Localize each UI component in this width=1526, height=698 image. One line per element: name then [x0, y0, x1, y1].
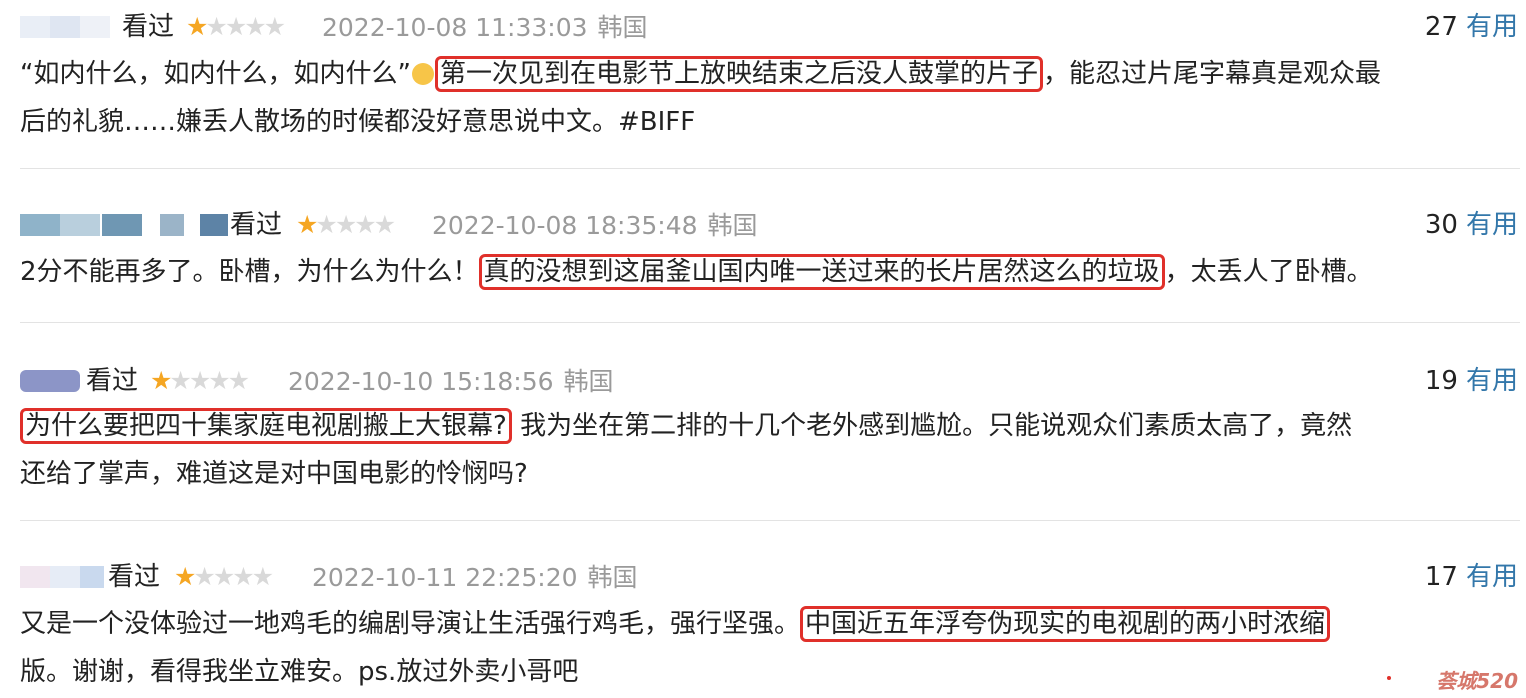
review-text: 2分不能再多了。卧槽，为什么为什么！ 真的没想到这届釜山国内唯一送过来的长片居然这… — [20, 248, 1516, 296]
rating-stars: ★★★★★ — [186, 12, 286, 41]
watermark-logo: 荟城520 — [1436, 669, 1518, 693]
vote-count: 30 有用 — [1424, 210, 1518, 240]
rating-stars: ★★★★★ — [174, 562, 274, 591]
region-label: 韩国 — [707, 211, 758, 240]
upside-down-face-emoji-icon — [411, 63, 434, 85]
useful-button[interactable]: 有用 — [1466, 562, 1518, 592]
rating-stars: ★★★★★ — [150, 366, 250, 395]
review-time: 2022-10-08 18:35:48 韩国 — [432, 211, 758, 240]
divider — [20, 322, 1520, 323]
region-label: 韩国 — [597, 13, 648, 42]
rating-stars: ★★★★★ — [296, 210, 396, 239]
blurred-username[interactable] — [20, 214, 228, 236]
blurred-username[interactable] — [20, 370, 80, 392]
review-text: 为什么要把四十集家庭电视剧搬上大银幕? 我为坐在第二排的十几个老外感到尴尬。只能… — [20, 402, 1516, 498]
watermark-dot — [1387, 676, 1391, 680]
region-label: 韩国 — [587, 563, 638, 592]
review-meta: 看过 ★★★★★ 2022-10-11 22:25:20 韩国 17 有用 — [0, 556, 1526, 596]
status-label: 看过 — [230, 210, 283, 240]
useful-button[interactable]: 有用 — [1466, 210, 1518, 240]
vote-count: 27 有用 — [1424, 12, 1518, 42]
highlighted-phrase: 真的没想到这届釜山国内唯一送过来的长片居然这么的垃圾 — [478, 254, 1165, 290]
review-meta: 看过 ★★★★★ 2022-10-10 15:18:56 韩国 19 有用 — [0, 360, 1526, 400]
region-label: 韩国 — [563, 367, 614, 396]
review-time: 2022-10-11 22:25:20 韩国 — [312, 563, 638, 592]
status-label: 看过 — [122, 12, 175, 42]
review-time: 2022-10-10 15:18:56 韩国 — [288, 367, 614, 396]
divider — [20, 168, 1520, 169]
review-meta: 看过 ★★★★★ 2022-10-08 11:33:03 韩国 27 有用 — [0, 6, 1526, 46]
useful-button[interactable]: 有用 — [1466, 366, 1518, 396]
review-text: 又是一个没体验过一地鸡毛的编剧导演让生活强行鸡毛，强行坚强。 中国近五年浮夸伪现实… — [20, 600, 1516, 696]
blurred-username[interactable] — [20, 16, 110, 38]
review-time: 2022-10-08 11:33:03 韩国 — [322, 13, 648, 42]
review-meta: 看过 ★★★★★ 2022-10-08 18:35:48 韩国 30 有用 — [0, 204, 1526, 244]
status-label: 看过 — [108, 562, 161, 592]
divider — [20, 520, 1520, 521]
vote-count: 19 有用 — [1424, 366, 1518, 396]
blurred-username[interactable] — [20, 566, 104, 588]
highlighted-phrase: 中国近五年浮夸伪现实的电视剧的两小时浓缩 — [800, 606, 1331, 642]
vote-count: 17 有用 — [1424, 562, 1518, 592]
useful-button[interactable]: 有用 — [1466, 12, 1518, 42]
review-text: “如内什么，如内什么，如内什么” 第一次见到在电影节上放映结束之后没人鼓掌的片子，… — [20, 50, 1516, 146]
status-label: 看过 — [86, 366, 139, 396]
highlighted-phrase: 第一次见到在电影节上放映结束之后没人鼓掌的片子 — [434, 56, 1043, 92]
highlighted-phrase: 为什么要把四十集家庭电视剧搬上大银幕? — [20, 408, 512, 444]
